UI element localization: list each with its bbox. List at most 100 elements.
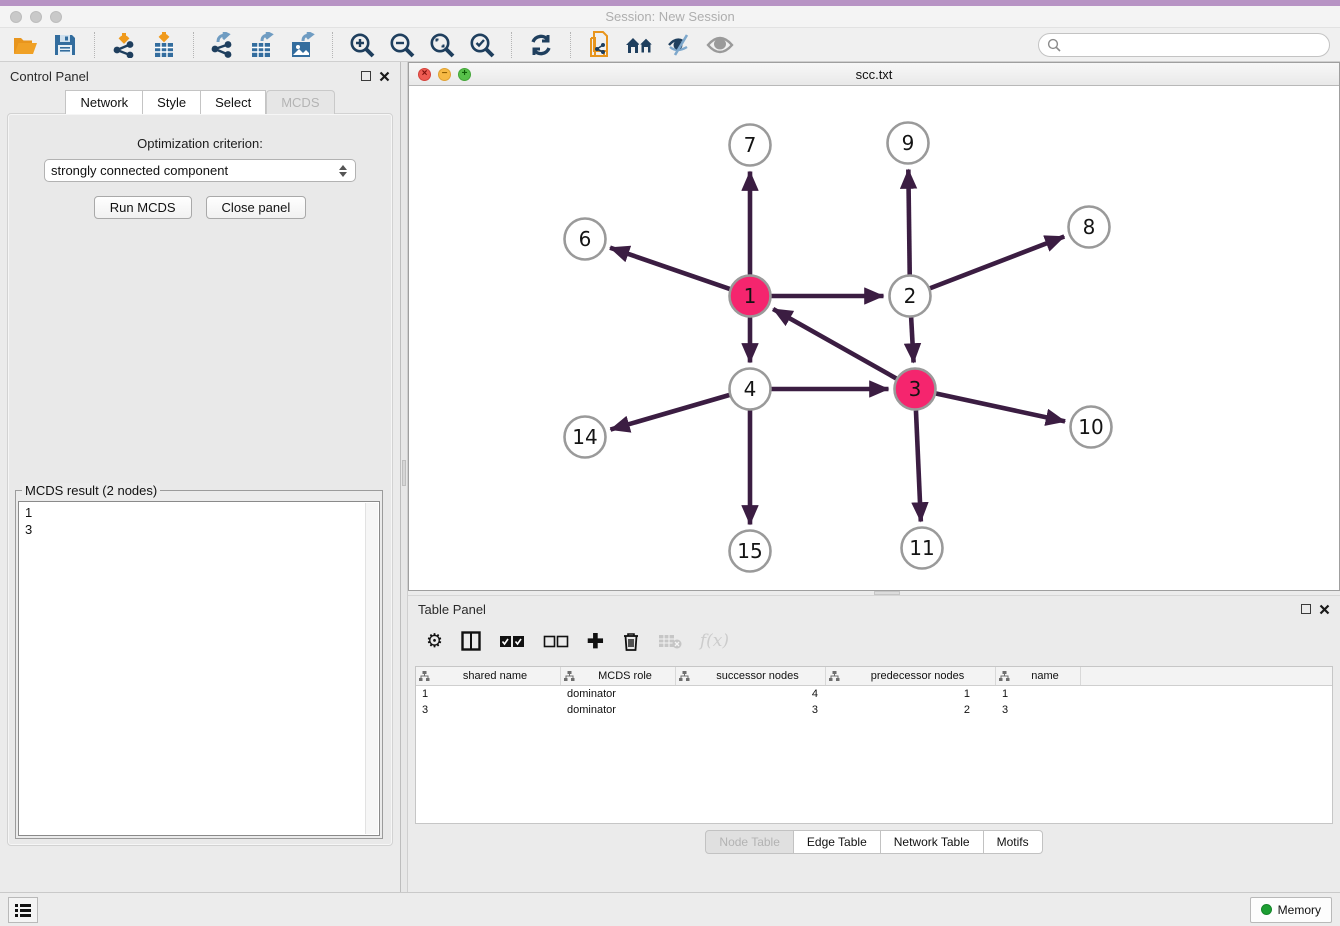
edge-4-14[interactable] [610, 395, 729, 430]
graph-node-9[interactable]: 9 [888, 123, 929, 164]
edge-3-11[interactable] [916, 410, 921, 521]
toolbar-separator [570, 32, 571, 58]
column-type-icon [999, 671, 1010, 682]
criterion-select[interactable]: strongly connected component [44, 159, 356, 182]
edge-3-1[interactable] [773, 309, 896, 378]
app-window: Session: New Session [0, 0, 1340, 926]
column-header-successor-nodes[interactable]: successor nodes [676, 667, 826, 685]
column-header-predecessor-nodes[interactable]: predecessor nodes [826, 667, 996, 685]
new-network-from-selection-icon[interactable] [585, 31, 615, 59]
graph-node-8[interactable]: 8 [1069, 207, 1110, 248]
cell-predecessor-nodes[interactable]: 2 [826, 704, 996, 716]
cell-shared-name[interactable]: 3 [416, 704, 561, 716]
tab-network-table[interactable]: Network Table [881, 830, 984, 854]
network-canvas[interactable]: 1 2 3 4 6 7 8 9 10 11 14 15 [409, 86, 1339, 590]
node-table[interactable]: shared nameMCDS rolesuccessor nodesprede… [415, 666, 1333, 824]
task-history-button[interactable] [8, 897, 38, 923]
graph-node-15[interactable]: 15 [730, 531, 771, 572]
zoom-in-icon[interactable] [347, 31, 377, 59]
delete-table-icon[interactable] [658, 628, 682, 654]
edge-3-10[interactable] [936, 394, 1065, 422]
table-row[interactable]: 1dominator411 [416, 686, 1332, 702]
column-header-name[interactable]: name [996, 667, 1081, 685]
svg-text:8: 8 [1083, 215, 1096, 239]
export-table-icon[interactable] [248, 31, 278, 59]
result-scrollbar[interactable] [365, 503, 378, 834]
graph-node-4[interactable]: 4 [730, 369, 771, 410]
svg-text:4: 4 [744, 377, 757, 401]
zoom-out-icon[interactable] [387, 31, 417, 59]
unselect-all-columns-icon[interactable] [543, 628, 569, 654]
network-zoom-button[interactable]: + [458, 68, 471, 81]
edge-2-9[interactable] [908, 169, 909, 274]
float-panel-icon[interactable] [361, 71, 371, 81]
select-all-columns-icon[interactable] [499, 628, 525, 654]
mcds-result-textarea[interactable]: 1 3 [18, 501, 380, 836]
export-image-icon[interactable] [288, 31, 318, 59]
network-graph[interactable]: 1 2 3 4 6 7 8 9 10 11 14 15 [409, 86, 1339, 590]
split-panel-icon[interactable] [461, 628, 481, 654]
close-panel-button[interactable]: Close panel [206, 196, 307, 219]
cell-MCDS-role[interactable]: dominator [561, 688, 676, 700]
tab-style[interactable]: Style [143, 90, 201, 114]
cell-shared-name[interactable]: 1 [416, 688, 561, 700]
graph-node-14[interactable]: 14 [565, 417, 606, 458]
network-close-button[interactable]: × [418, 68, 431, 81]
edge-1-6[interactable] [610, 248, 730, 289]
vertical-splitter[interactable] [400, 62, 408, 892]
apply-layout-icon[interactable] [526, 31, 556, 59]
close-panel-icon[interactable] [379, 71, 390, 82]
memory-button[interactable]: Memory [1250, 897, 1332, 923]
tab-node-table[interactable]: Node Table [705, 830, 794, 854]
graph-node-7[interactable]: 7 [730, 125, 771, 166]
graph-node-3[interactable]: 3 [895, 369, 936, 410]
add-column-icon[interactable]: ✚ [587, 628, 604, 654]
edge-2-8[interactable] [930, 237, 1064, 289]
cell-successor-nodes[interactable]: 4 [676, 688, 826, 700]
zoom-fit-icon[interactable] [427, 31, 457, 59]
import-network-icon[interactable] [109, 31, 139, 59]
network-minimize-button[interactable]: − [438, 68, 451, 81]
zoom-selected-icon[interactable] [467, 31, 497, 59]
network-window-titlebar[interactable]: × − + scc.txt [409, 63, 1339, 86]
svg-text:7: 7 [744, 133, 757, 157]
search-field[interactable] [1038, 33, 1330, 57]
export-network-icon[interactable] [208, 31, 238, 59]
delete-column-icon[interactable] [622, 628, 640, 654]
tab-network[interactable]: Network [65, 90, 143, 114]
table-row[interactable]: 3dominator323 [416, 702, 1332, 718]
splitter-grip[interactable] [402, 460, 406, 486]
table-settings-icon[interactable]: ⚙ [426, 628, 443, 654]
import-table-icon[interactable] [149, 31, 179, 59]
graph-node-2[interactable]: 2 [890, 276, 931, 317]
graph-node-11[interactable]: 11 [902, 528, 943, 569]
graph-node-10[interactable]: 10 [1071, 407, 1112, 448]
graph-node-6[interactable]: 6 [565, 219, 606, 260]
column-header-MCDS-role[interactable]: MCDS role [561, 667, 676, 685]
cell-name[interactable]: 3 [996, 704, 1081, 716]
svg-text:11: 11 [909, 536, 934, 560]
svg-text:9: 9 [902, 131, 915, 155]
save-session-icon[interactable] [50, 31, 80, 59]
open-file-icon[interactable] [10, 31, 40, 59]
cell-MCDS-role[interactable]: dominator [561, 704, 676, 716]
edge-2-3[interactable] [911, 317, 913, 362]
float-panel-icon[interactable] [1301, 604, 1311, 614]
run-mcds-button[interactable]: Run MCDS [94, 196, 192, 219]
cell-successor-nodes[interactable]: 3 [676, 704, 826, 716]
tab-motifs[interactable]: Motifs [984, 830, 1043, 854]
graphics-details-icon[interactable] [665, 31, 695, 59]
svg-text:1: 1 [744, 284, 757, 308]
tab-select[interactable]: Select [201, 90, 266, 114]
bird-eye-view-icon[interactable] [705, 31, 735, 59]
first-neighbors-icon[interactable] [625, 31, 655, 59]
tab-mcds[interactable]: MCDS [266, 90, 334, 114]
function-builder-icon[interactable]: f(x) [700, 628, 729, 654]
column-header-shared-name[interactable]: shared name [416, 667, 561, 685]
search-input[interactable] [1067, 38, 1321, 52]
cell-name[interactable]: 1 [996, 688, 1081, 700]
close-panel-icon[interactable] [1319, 604, 1330, 615]
graph-node-1[interactable]: 1 [730, 276, 771, 317]
tab-edge-table[interactable]: Edge Table [794, 830, 881, 854]
cell-predecessor-nodes[interactable]: 1 [826, 688, 996, 700]
